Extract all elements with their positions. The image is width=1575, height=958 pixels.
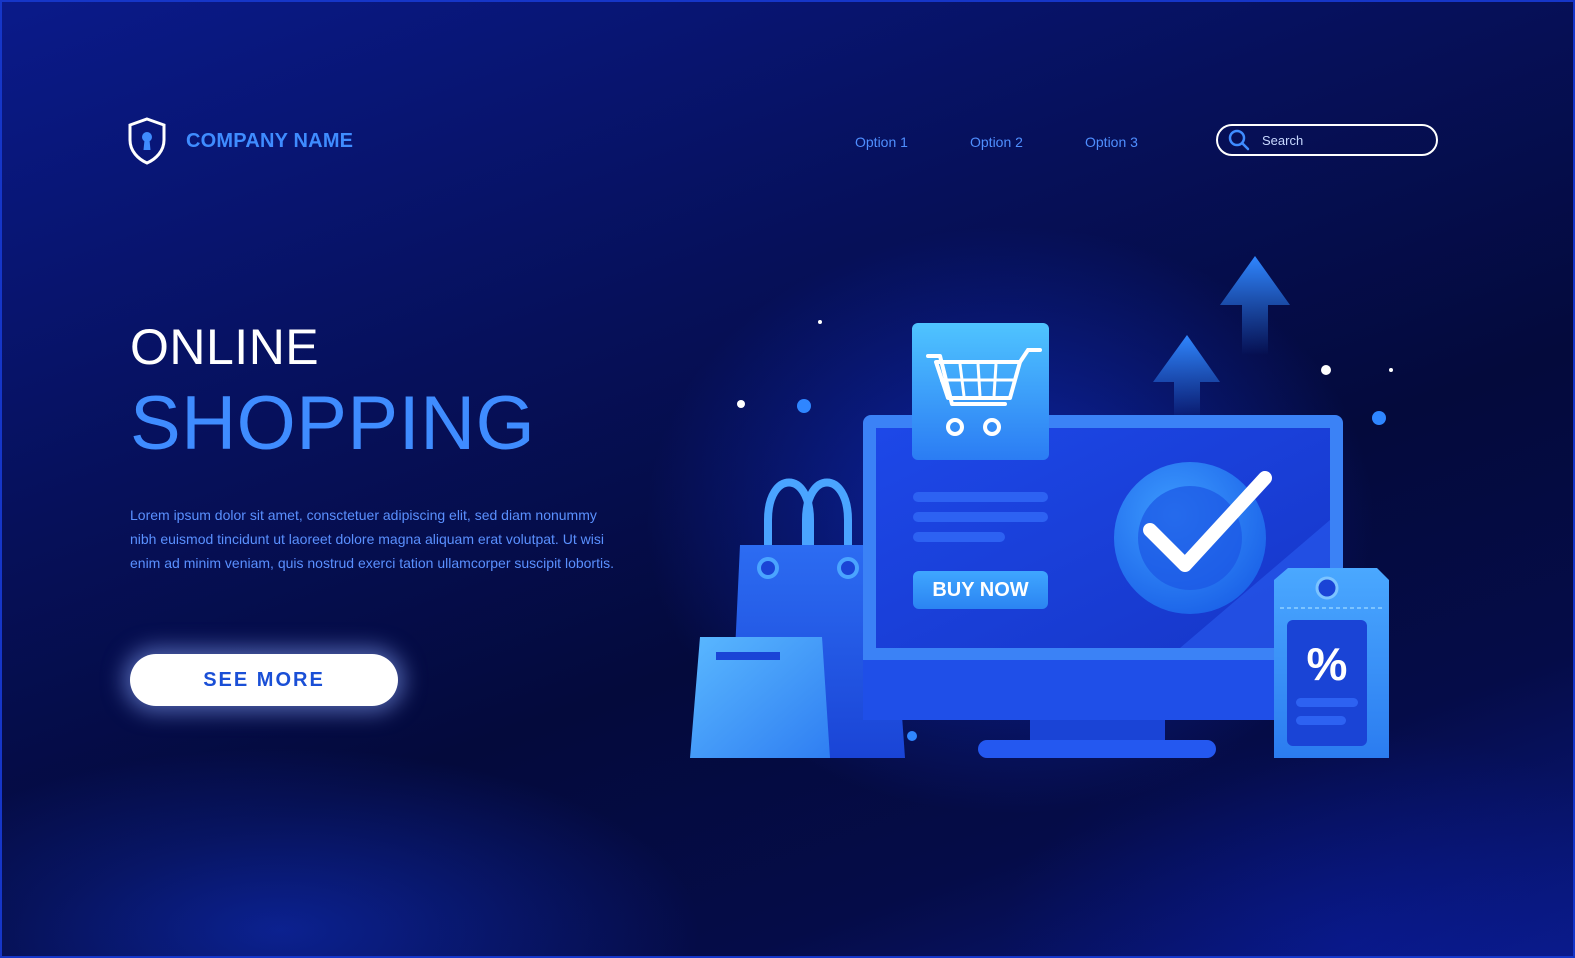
logo[interactable]: COMPANY NAME xyxy=(126,116,353,166)
search-input[interactable] xyxy=(1260,131,1424,149)
shield-keyhole-icon xyxy=(126,116,168,166)
nav-option-3[interactable]: Option 3 xyxy=(1085,134,1200,150)
hero-title-line1: ONLINE xyxy=(130,319,320,375)
nav-option-2[interactable]: Option 2 xyxy=(970,134,1085,150)
hero-description: Lorem ipsum dolor sit amet, consctetuer … xyxy=(130,507,614,571)
hero-title-line2: SHOPPING xyxy=(130,381,536,466)
see-more-button[interactable]: SEE MORE xyxy=(130,654,398,706)
shopping-illustration: % xyxy=(660,240,1440,780)
shopping-cart-icon xyxy=(912,323,1049,460)
search-box[interactable] xyxy=(1216,124,1438,156)
check-circle-icon xyxy=(1114,462,1272,614)
small-bag-icon xyxy=(690,637,830,758)
buy-now-button[interactable]: BUY NOW xyxy=(913,571,1048,609)
company-name: COMPANY NAME xyxy=(186,129,354,152)
arrow-up-icon xyxy=(1153,256,1290,420)
nav-option-1[interactable]: Option 1 xyxy=(855,134,970,150)
main-nav: Option 1 Option 2 Option 3 xyxy=(855,134,1200,150)
percent-symbol: % xyxy=(1307,638,1348,690)
search-icon[interactable] xyxy=(1228,129,1250,151)
